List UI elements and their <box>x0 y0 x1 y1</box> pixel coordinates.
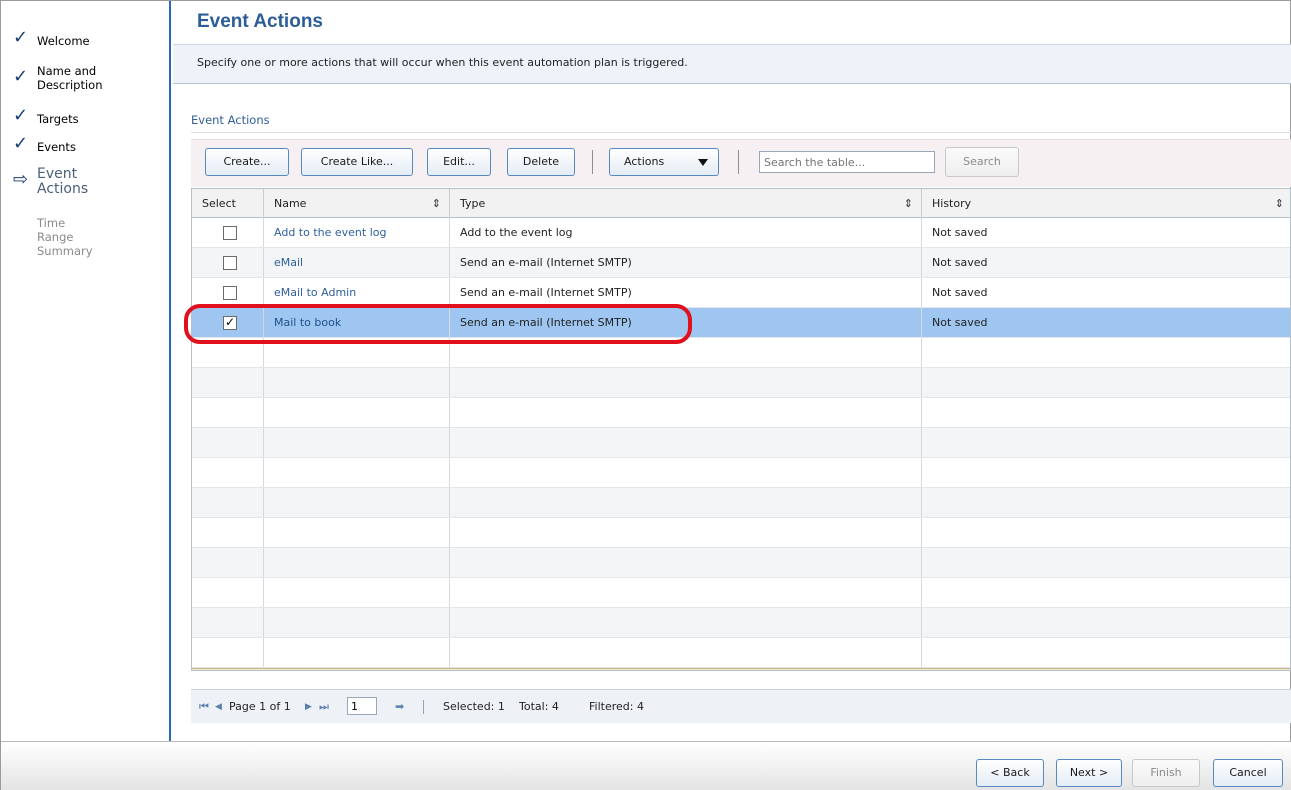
toolbar-separator <box>738 150 739 174</box>
select-cell <box>192 278 264 307</box>
name-cell[interactable]: eMail to Admin <box>264 278 450 307</box>
empty-row <box>192 518 1290 548</box>
name-cell[interactable]: Mail to book <box>264 308 450 337</box>
arrow-right-icon: ⇨ <box>13 169 29 190</box>
row-checkbox-checked[interactable]: ✓ <box>223 316 237 330</box>
history-cell: Not saved <box>932 226 988 239</box>
column-label: Name <box>274 197 307 210</box>
first-page-icon[interactable]: ⏮ <box>199 700 209 714</box>
table-row[interactable]: Add to the event log Add to the event lo… <box>192 218 1290 248</box>
finish-button[interactable]: Finish <box>1132 759 1200 787</box>
pager-separator <box>423 700 424 714</box>
sort-icon: ⇕ <box>903 197 913 210</box>
step-label: Welcome <box>37 34 90 48</box>
prev-page-icon[interactable]: ◀ <box>215 702 222 712</box>
table-row[interactable]: eMail to Admin Send an e-mail (Internet … <box>192 278 1290 308</box>
history-cell: Not saved <box>932 316 988 329</box>
empty-row <box>192 548 1290 578</box>
row-checkbox[interactable] <box>223 226 237 240</box>
type-cell: Add to the event log <box>450 218 922 247</box>
create-like-button[interactable]: Create Like... <box>301 148 413 176</box>
empty-row <box>192 428 1290 458</box>
actions-menu-button[interactable]: Actions <box>609 148 719 176</box>
history-cell: Not saved <box>932 286 988 299</box>
step-label: Time Range <box>37 216 74 244</box>
step-label: Name and Description <box>37 64 103 92</box>
select-cell <box>192 248 264 277</box>
search-button[interactable]: Search <box>945 147 1019 177</box>
delete-button[interactable]: Delete <box>507 148 575 176</box>
empty-row <box>192 638 1290 668</box>
column-header-select[interactable]: Select <box>192 189 264 218</box>
scroll-left-icon[interactable]: ‹ <box>194 670 206 671</box>
next-button[interactable]: Next > <box>1056 759 1122 787</box>
filtered-count: Filtered: 4 <box>589 700 644 713</box>
search-input[interactable] <box>759 151 935 173</box>
empty-row <box>192 488 1290 518</box>
check-icon: ✓ <box>13 66 29 87</box>
total-count: Total: 4 <box>519 700 559 713</box>
empty-row <box>192 398 1290 428</box>
select-cell <box>192 218 264 247</box>
section-label: Event Actions <box>191 113 270 127</box>
last-page-icon[interactable]: ⏭ <box>319 700 329 714</box>
type-cell: Send an e-mail (Internet SMTP) <box>450 248 922 277</box>
page-status: Page 1 of 1 <box>229 700 291 713</box>
type-cell: Send an e-mail (Internet SMTP) <box>450 308 922 337</box>
horizontal-scrollbar[interactable]: ‹ › <box>192 668 1290 671</box>
edit-button[interactable]: Edit... <box>427 148 491 176</box>
table-row-selected[interactable]: ✓ Mail to book Send an e-mail (Internet … <box>192 308 1290 338</box>
column-label: History <box>932 197 972 210</box>
empty-row <box>192 608 1290 638</box>
page-number-input[interactable] <box>347 697 377 715</box>
column-label: Type <box>460 197 486 210</box>
toolbar-separator <box>592 150 593 174</box>
actions-label: Actions <box>624 155 665 168</box>
step-label: Event Actions <box>37 166 89 197</box>
description-bar: Specify one or more actions that will oc… <box>173 44 1291 84</box>
wizard-step-nav: ✓ Welcome ✓ Name and Description ✓ Targe… <box>1 1 171 741</box>
page-description: Specify one or more actions that will oc… <box>197 56 688 69</box>
event-actions-table: Select Name ⇕ Type ⇕ History ⇕ Add to th… <box>191 188 1291 671</box>
empty-row <box>192 458 1290 488</box>
table-header: Select Name ⇕ Type ⇕ History ⇕ <box>192 188 1290 218</box>
sort-icon: ⇕ <box>1274 197 1284 210</box>
back-button[interactable]: < Back <box>976 759 1044 787</box>
row-checkbox[interactable] <box>223 286 237 300</box>
page-title: Event Actions <box>197 11 323 32</box>
wizard-window: ✓ Welcome ✓ Name and Description ✓ Targe… <box>0 0 1291 790</box>
name-cell[interactable]: Add to the event log <box>264 218 450 247</box>
step-label: Targets <box>37 112 79 126</box>
check-icon: ✓ <box>13 27 29 48</box>
history-cell: Not saved <box>932 256 988 269</box>
step-label: Events <box>37 140 76 154</box>
next-page-icon[interactable]: ▶ <box>305 702 312 712</box>
caret-down-icon <box>698 159 708 166</box>
table-toolbar: Create... Create Like... Edit... Delete … <box>191 139 1291 187</box>
divider <box>191 132 1291 133</box>
name-cell[interactable]: eMail <box>264 248 450 277</box>
step-label: Summary <box>37 244 93 258</box>
cancel-button[interactable]: Cancel <box>1213 759 1283 787</box>
selected-count: Selected: 1 <box>443 700 505 713</box>
check-icon: ✓ <box>13 105 29 126</box>
row-checkbox[interactable] <box>223 256 237 270</box>
wizard-footer: < Back Next > Finish Cancel <box>1 741 1291 790</box>
empty-row <box>192 338 1290 368</box>
scroll-right-icon[interactable]: › <box>1278 670 1290 671</box>
table-pager: ⏮ ◀ Page 1 of 1 ▶ ⏭ ➡ Selected: 1 Total:… <box>191 689 1291 723</box>
column-header-history[interactable]: History ⇕ <box>922 189 1290 218</box>
empty-row <box>192 578 1290 608</box>
table-row[interactable]: eMail Send an e-mail (Internet SMTP) Not… <box>192 248 1290 278</box>
check-icon: ✓ <box>13 133 29 154</box>
column-header-name[interactable]: Name ⇕ <box>264 189 450 218</box>
sort-icon: ⇕ <box>431 197 441 210</box>
empty-row <box>192 368 1290 398</box>
select-cell: ✓ <box>192 308 264 337</box>
type-cell: Send an e-mail (Internet SMTP) <box>450 278 922 307</box>
go-arrow-icon[interactable]: ➡ <box>395 700 404 713</box>
create-button[interactable]: Create... <box>205 148 289 176</box>
column-header-type[interactable]: Type ⇕ <box>450 189 922 218</box>
